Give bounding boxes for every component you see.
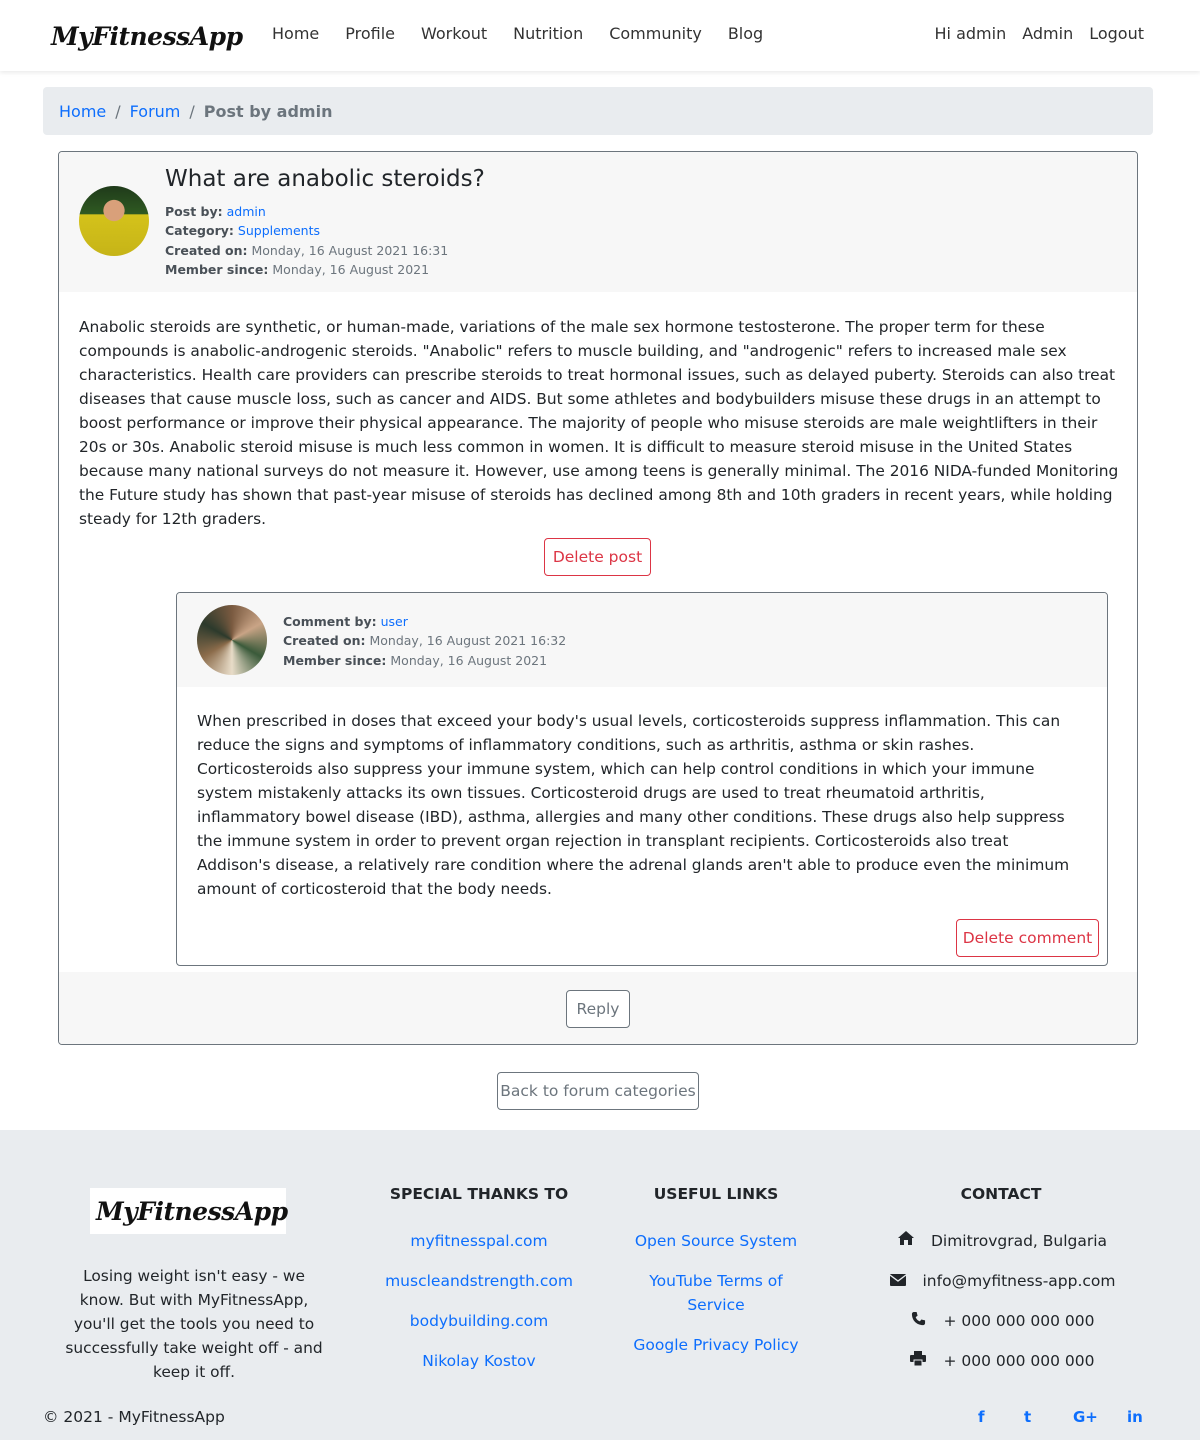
- breadcrumb: Home / Forum / Post by admin: [43, 87, 1153, 135]
- comment-by-label: Comment by:: [283, 614, 377, 629]
- thanks-link-myfitnesspal[interactable]: myfitnesspal.com: [364, 1229, 594, 1253]
- breadcrumb-forum[interactable]: Forum: [130, 102, 181, 121]
- useful-links-heading: USEFUL LINKS: [653, 1185, 779, 1203]
- special-thanks-heading: SPECIAL THANKS TO: [389, 1185, 569, 1203]
- nav-admin[interactable]: Admin: [1022, 24, 1073, 43]
- breadcrumb-home[interactable]: Home: [59, 102, 106, 121]
- post-member-since: Monday, 16 August 2021: [272, 261, 430, 277]
- useful-links-column: USEFUL LINKS Open Source System YouTube …: [626, 1185, 806, 1373]
- special-thanks-column: SPECIAL THANKS TO myfitnesspal.com muscl…: [364, 1185, 594, 1389]
- thanks-link-muscleandstrength[interactable]: muscleandstrength.com: [364, 1269, 594, 1293]
- contact-email: info@myfitness-app.com: [876, 1269, 1126, 1293]
- contact-column: CONTACT Dimitrovgrad, Bulgaria info@myfi…: [876, 1185, 1126, 1389]
- comment-body: When prescribed in doses that exceed you…: [197, 712, 1070, 898]
- brand-logo[interactable]: MyFitnessApp: [45, 14, 243, 58]
- post-meta: Post by: admin Category: Supplements Cre…: [165, 202, 448, 279]
- top-navbar: MyFitnessApp Home Profile Workout Nutrit…: [0, 0, 1200, 71]
- thanks-link-nikolay-kostov[interactable]: Nikolay Kostov: [364, 1349, 594, 1373]
- post-title: What are anabolic steroids?: [165, 166, 485, 192]
- comment-author-link[interactable]: user: [381, 614, 408, 629]
- home-icon: [895, 1229, 917, 1253]
- member-since-label: Member since:: [165, 261, 269, 277]
- nav-profile[interactable]: Profile: [345, 24, 395, 43]
- nav-greeting[interactable]: Hi admin: [935, 24, 1007, 43]
- comment-member-since: Monday, 16 August 2021: [390, 652, 548, 668]
- contact-phone-text: + 000 000 000 000: [943, 1312, 1095, 1330]
- post-category-link[interactable]: Supplements: [238, 223, 320, 238]
- contact-heading: CONTACT: [960, 1185, 1042, 1203]
- brand-name: MyFitnessApp: [51, 21, 243, 51]
- link-open-source-system[interactable]: Open Source System: [626, 1229, 806, 1253]
- delete-comment-button[interactable]: Delete comment: [956, 919, 1099, 957]
- copyright-text: © 2021 - MyFitnessApp: [43, 1408, 225, 1426]
- print-icon: [907, 1349, 929, 1373]
- facebook-icon[interactable]: f: [978, 1408, 985, 1426]
- post-by-label: Post by:: [165, 204, 223, 219]
- envelope-icon: [887, 1269, 909, 1293]
- nav-logout[interactable]: Logout: [1089, 24, 1144, 43]
- footer-brand-name: MyFitnessApp: [96, 1196, 288, 1226]
- post-footer: Reply: [59, 972, 1137, 1044]
- author-avatar: [79, 186, 149, 256]
- nav-workout[interactable]: Workout: [421, 24, 487, 43]
- comment-header: Comment by: user Created on: Monday, 16 …: [177, 593, 1107, 687]
- contact-address-text: Dimitrovgrad, Bulgaria: [930, 1232, 1108, 1250]
- thanks-link-bodybuilding[interactable]: bodybuilding.com: [364, 1309, 594, 1333]
- nav-community[interactable]: Community: [609, 24, 702, 43]
- google-plus-icon[interactable]: G+: [1073, 1408, 1098, 1426]
- created-label: Created on:: [283, 633, 366, 649]
- post-card: What are anabolic steroids? Post by: adm…: [58, 151, 1138, 1045]
- post-header: What are anabolic steroids? Post by: adm…: [59, 152, 1137, 292]
- nav-home[interactable]: Home: [272, 24, 319, 43]
- breadcrumb-separator: /: [189, 101, 195, 121]
- created-label: Created on:: [165, 242, 248, 258]
- delete-post-button[interactable]: Delete post: [544, 538, 651, 576]
- nav-nutrition[interactable]: Nutrition: [513, 24, 583, 43]
- contact-phone: + 000 000 000 000: [876, 1309, 1126, 1333]
- nav-blog[interactable]: Blog: [728, 24, 763, 43]
- contact-email-text: info@myfitness-app.com: [922, 1272, 1116, 1290]
- footer-logo[interactable]: MyFitnessApp: [90, 1188, 288, 1234]
- link-google-privacy[interactable]: Google Privacy Policy: [626, 1333, 806, 1357]
- contact-fax: + 000 000 000 000: [876, 1349, 1126, 1373]
- comment-card: Comment by: user Created on: Monday, 16 …: [176, 592, 1108, 966]
- commenter-avatar: [197, 605, 267, 675]
- category-label: Category:: [165, 223, 234, 239]
- main-nav: Home Profile Workout Nutrition Community…: [272, 24, 789, 43]
- twitter-icon[interactable]: t: [1024, 1408, 1031, 1426]
- back-to-forum-button[interactable]: Back to forum categories: [497, 1072, 699, 1110]
- linkedin-icon[interactable]: in: [1127, 1408, 1143, 1426]
- reply-button[interactable]: Reply: [566, 990, 630, 1028]
- contact-address: Dimitrovgrad, Bulgaria: [876, 1229, 1126, 1253]
- breadcrumb-separator: /: [115, 101, 121, 121]
- site-footer: MyFitnessApp Losing weight isn't easy - …: [0, 1130, 1200, 1440]
- post-body: Anabolic steroids are synthetic, or huma…: [79, 318, 1119, 528]
- comment-meta: Comment by: user Created on: Monday, 16 …: [283, 612, 566, 670]
- post-author-link[interactable]: admin: [227, 204, 266, 219]
- contact-fax-text: + 000 000 000 000: [943, 1352, 1095, 1370]
- post-created-date: Monday, 16 August 2021 16:31: [251, 242, 449, 258]
- phone-icon: [907, 1309, 929, 1333]
- link-youtube-terms[interactable]: YouTube Terms of Service: [626, 1269, 806, 1317]
- user-nav: Hi admin Admin Logout: [919, 24, 1144, 43]
- member-since-label: Member since:: [283, 652, 387, 668]
- breadcrumb-current: Post by admin: [203, 101, 333, 121]
- comment-created-date: Monday, 16 August 2021 16:32: [369, 633, 567, 649]
- footer-about-text: Losing weight isn't easy - we know. But …: [65, 1267, 323, 1381]
